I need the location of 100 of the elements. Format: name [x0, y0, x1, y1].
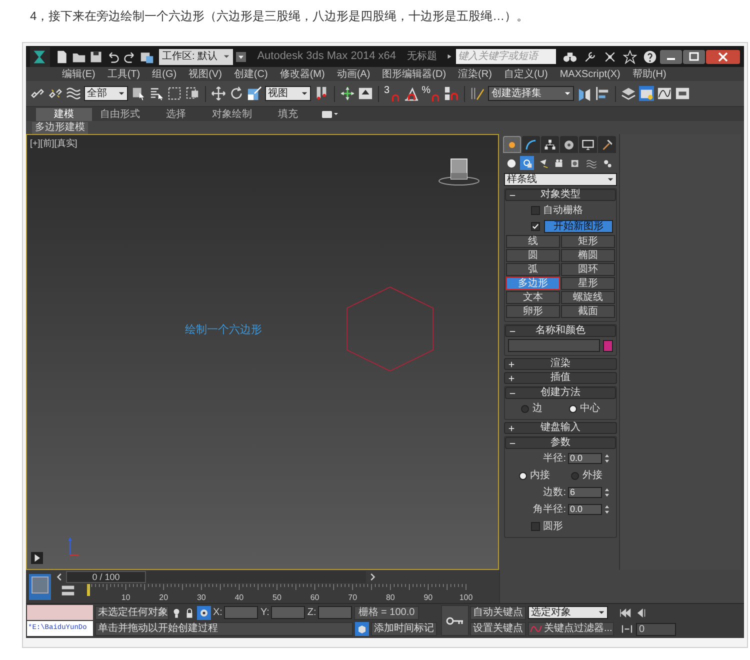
- close-icon[interactable]: [706, 50, 740, 64]
- ribbon-panel-tab[interactable]: 多边形建模: [32, 122, 88, 134]
- shape-button[interactable]: 截面: [561, 305, 615, 318]
- menu-item[interactable]: 动画(A): [336, 66, 370, 82]
- menu-item[interactable]: 帮助(H): [632, 66, 666, 82]
- menu-item[interactable]: 修改器(M): [280, 66, 325, 82]
- time-config-icon[interactable]: [620, 623, 634, 636]
- shape-button[interactable]: 线: [506, 235, 560, 248]
- spinner-snap-icon[interactable]: [444, 86, 460, 101]
- align-icon[interactable]: [595, 86, 610, 101]
- caret-icon[interactable]: [236, 50, 246, 64]
- curve-editor-icon[interactable]: [657, 86, 672, 101]
- coordinate-field[interactable]: [318, 606, 352, 620]
- menu-item[interactable]: 渲染(R): [458, 66, 492, 82]
- broken-link-icon[interactable]: [48, 86, 63, 101]
- number-field[interactable]: 0.0: [568, 453, 602, 464]
- coordinate-field[interactable]: [271, 606, 306, 620]
- view-cube-icon[interactable]: [437, 157, 481, 187]
- transform-mode-icon[interactable]: [197, 606, 211, 620]
- shape-button[interactable]: 弧: [506, 263, 560, 276]
- ribbon-tab[interactable]: 填充: [260, 108, 316, 121]
- panel-tab[interactable]: [541, 136, 559, 153]
- panel-tab[interactable]: [579, 136, 597, 153]
- dashed-rectangle-icon[interactable]: [167, 86, 182, 101]
- shape-button[interactable]: 文本: [506, 291, 560, 304]
- chain-link-icon[interactable]: [30, 86, 45, 101]
- axis-cross-icon[interactable]: [340, 86, 355, 101]
- wavy-lines-icon[interactable]: [66, 86, 81, 101]
- spinner-arrows-icon[interactable]: [604, 504, 610, 515]
- maximize-icon[interactable]: [683, 50, 705, 64]
- dropdown[interactable]: 视图: [265, 86, 311, 101]
- redo-arrow-icon[interactable]: [123, 50, 137, 64]
- lock-icon[interactable]: [184, 606, 195, 619]
- radio-button[interactable]: [521, 404, 530, 412]
- dropdown[interactable]: 创建选择集: [488, 86, 574, 101]
- time-marker[interactable]: [87, 584, 90, 596]
- ribbon-tab[interactable]: 建模: [36, 108, 92, 121]
- ribbon-tab[interactable]: 选择: [148, 108, 204, 121]
- auto-key-button[interactable]: 自动关键点: [470, 606, 526, 620]
- window-toggle-icon[interactable]: [322, 109, 340, 119]
- rollout-header[interactable]: 渲染: [504, 358, 617, 370]
- page-icon[interactable]: [55, 50, 69, 64]
- snap-toggle[interactable]: 3: [384, 86, 401, 102]
- color-swatch[interactable]: [603, 340, 613, 352]
- wrench-icon[interactable]: [583, 50, 597, 64]
- binoculars-icon[interactable]: [563, 50, 577, 64]
- shape-button[interactable]: 椭圆: [561, 249, 615, 262]
- set-key-button[interactable]: [441, 605, 469, 636]
- dropdown[interactable]: 全部: [84, 86, 128, 101]
- chevron-left-icon[interactable]: [54, 572, 64, 582]
- rollout-header[interactable]: 插值: [504, 372, 617, 384]
- menu-item[interactable]: 图形编辑器(D): [382, 66, 446, 82]
- move-icon[interactable]: [211, 86, 226, 101]
- add-time-tag[interactable]: 添加时间标记: [371, 622, 437, 636]
- shape-button[interactable]: 矩形: [561, 235, 615, 248]
- checkbox[interactable]: [531, 222, 540, 231]
- shape-button[interactable]: 卵形: [506, 305, 560, 318]
- number-field[interactable]: 6: [568, 487, 602, 498]
- window-page-icon[interactable]: [140, 50, 154, 64]
- panel-tab[interactable]: [560, 136, 578, 153]
- rollout-header[interactable]: 名称和颜色: [505, 325, 616, 337]
- listener-field[interactable]: [27, 605, 93, 620]
- menu-item[interactable]: 自定义(U): [504, 66, 548, 82]
- chevron-right-icon[interactable]: [368, 572, 378, 582]
- viewport-label[interactable]: [+][前][真实]: [30, 137, 78, 150]
- scene-explorer-icon[interactable]: [639, 86, 654, 101]
- radio-button[interactable]: [518, 472, 527, 480]
- name-field[interactable]: [508, 339, 600, 352]
- spinner-arrows-icon[interactable]: [604, 487, 610, 498]
- panel-tab[interactable]: [598, 136, 616, 153]
- panel-tab[interactable]: [522, 136, 540, 153]
- key-filters-button[interactable]: 关键点过滤器...: [528, 622, 614, 636]
- help-icon[interactable]: [643, 50, 657, 64]
- angle-snap-icon[interactable]: [404, 86, 419, 101]
- spinner-arrows-icon[interactable]: [604, 453, 610, 464]
- search-field[interactable]: 键入关键字或短语: [456, 49, 556, 64]
- layers-icon[interactable]: [621, 86, 636, 101]
- menu-item[interactable]: 工具(T): [107, 66, 140, 82]
- lightbulb-icon[interactable]: [171, 606, 182, 619]
- set-key-mode-button[interactable]: 设置关键点: [470, 622, 526, 636]
- schematic-view-icon[interactable]: [675, 86, 690, 101]
- app-logo-icon[interactable]: [28, 46, 52, 66]
- menu-item[interactable]: 组(G): [152, 66, 177, 82]
- ribbon-tab[interactable]: 对象绘制: [204, 108, 260, 121]
- menu-item[interactable]: 视图(V): [188, 66, 222, 82]
- radio-button[interactable]: [568, 404, 577, 412]
- menu-item[interactable]: 编辑(E): [62, 66, 96, 82]
- workspace-dropdown[interactable]: 工作区: 默认: [159, 48, 234, 64]
- pivot-icon[interactable]: [314, 86, 329, 101]
- menu-item[interactable]: 创建(C): [234, 66, 268, 82]
- key-mode-dropdown[interactable]: 选定对象: [528, 606, 608, 620]
- rotate-icon[interactable]: [229, 86, 244, 101]
- snap-toggle[interactable]: %: [422, 86, 442, 102]
- rollout-header[interactable]: 键盘输入: [504, 422, 617, 434]
- checkbox[interactable]: [531, 522, 540, 531]
- shape-button[interactable]: 螺旋线: [561, 291, 615, 304]
- radio-button[interactable]: [571, 472, 580, 480]
- go-to-start-icon[interactable]: [618, 606, 632, 619]
- list-cursor-icon[interactable]: [149, 86, 164, 101]
- time-slider-thumb[interactable]: 0 / 100: [66, 571, 146, 583]
